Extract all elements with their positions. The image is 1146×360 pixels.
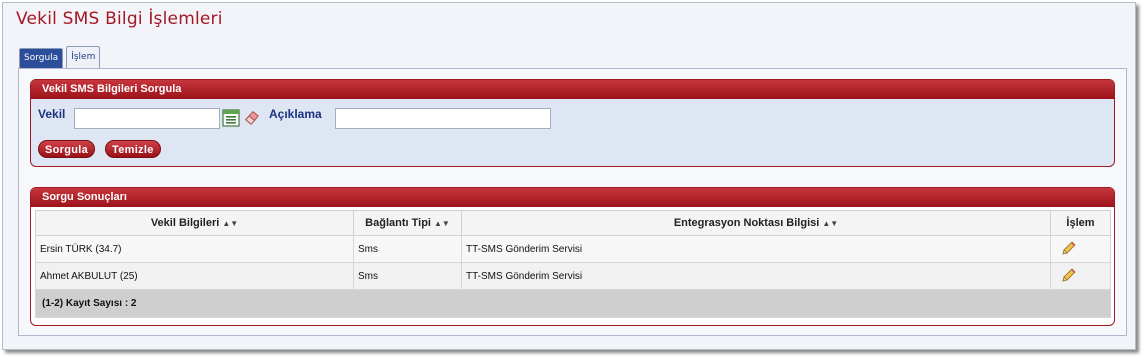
- aciklama-input[interactable]: [335, 108, 551, 129]
- results-table: Vekil Bilgileri ▲▼ Bağlantı Tipi ▲▼ Entegr…: [35, 210, 1111, 318]
- cell-entegrasyon: TT-SMS Gönderim Servisi: [461, 235, 1051, 263]
- vekil-label: Vekil: [38, 107, 66, 121]
- sort-icon: ▲▼: [433, 219, 450, 228]
- temizle-button[interactable]: Temizle: [105, 140, 161, 158]
- eraser-icon[interactable]: [243, 108, 261, 126]
- tab-islem[interactable]: İşlem: [66, 46, 101, 68]
- cell-entegrasyon: TT-SMS Gönderim Servisi: [461, 262, 1051, 290]
- page-title: Vekil SMS Bilgi İşlemleri: [16, 9, 223, 29]
- tab-bar: Sorgula İşlem: [19, 46, 101, 70]
- sort-icon: ▲▼: [822, 219, 839, 228]
- table-row: Ersin TÜRK (34.7) Sms TT-SMS Gönderim Se…: [35, 235, 1111, 263]
- record-count: (1-2) Kayıt Sayısı : 2: [35, 289, 1111, 318]
- query-panel: Vekil SMS Bilgileri Sorgula Vekil Açıkla: [30, 79, 1115, 167]
- sort-icon: ▲▼: [222, 219, 239, 228]
- column-header-islem: İşlem: [1050, 210, 1111, 236]
- column-header-vekil[interactable]: Vekil Bilgileri ▲▼: [35, 210, 354, 236]
- cell-vekil: Ahmet AKBULUT (25): [35, 262, 354, 290]
- column-header-baglanti[interactable]: Bağlantı Tipi ▲▼: [353, 210, 462, 236]
- table-footer: (1-2) Kayıt Sayısı : 2: [35, 289, 1111, 318]
- tab-sorgula[interactable]: Sorgula: [19, 48, 64, 68]
- sorgula-button[interactable]: Sorgula: [38, 140, 96, 158]
- list-icon[interactable]: [222, 109, 240, 127]
- column-header-entegrasyon[interactable]: Entegrasyon Noktası Bilgisi ▲▼: [461, 210, 1051, 236]
- vekil-input[interactable]: [74, 108, 220, 129]
- table-row: Ahmet AKBULUT (25) Sms TT-SMS Gönderim S…: [35, 262, 1111, 290]
- results-panel-title: Sorgu Sonuçları: [31, 188, 1114, 207]
- pencil-icon[interactable]: [1061, 267, 1077, 286]
- pencil-icon[interactable]: [1061, 240, 1077, 259]
- results-panel: Sorgu Sonuçları Vekil Bilgileri ▲▼ Bağlan…: [30, 187, 1115, 326]
- cell-baglanti: Sms: [353, 262, 462, 290]
- cell-islem: [1050, 235, 1111, 263]
- cell-vekil: Ersin TÜRK (34.7): [35, 235, 354, 263]
- cell-islem: [1050, 262, 1111, 290]
- tab-content: Vekil SMS Bilgileri Sorgula Vekil Açıkla: [18, 68, 1127, 336]
- aciklama-label: Açıklama: [269, 107, 322, 121]
- window-frame: Vekil SMS Bilgi İşlemleri Sorgula İşlem …: [2, 2, 1136, 350]
- query-panel-title: Vekil SMS Bilgileri Sorgula: [31, 80, 1114, 99]
- cell-baglanti: Sms: [353, 235, 462, 263]
